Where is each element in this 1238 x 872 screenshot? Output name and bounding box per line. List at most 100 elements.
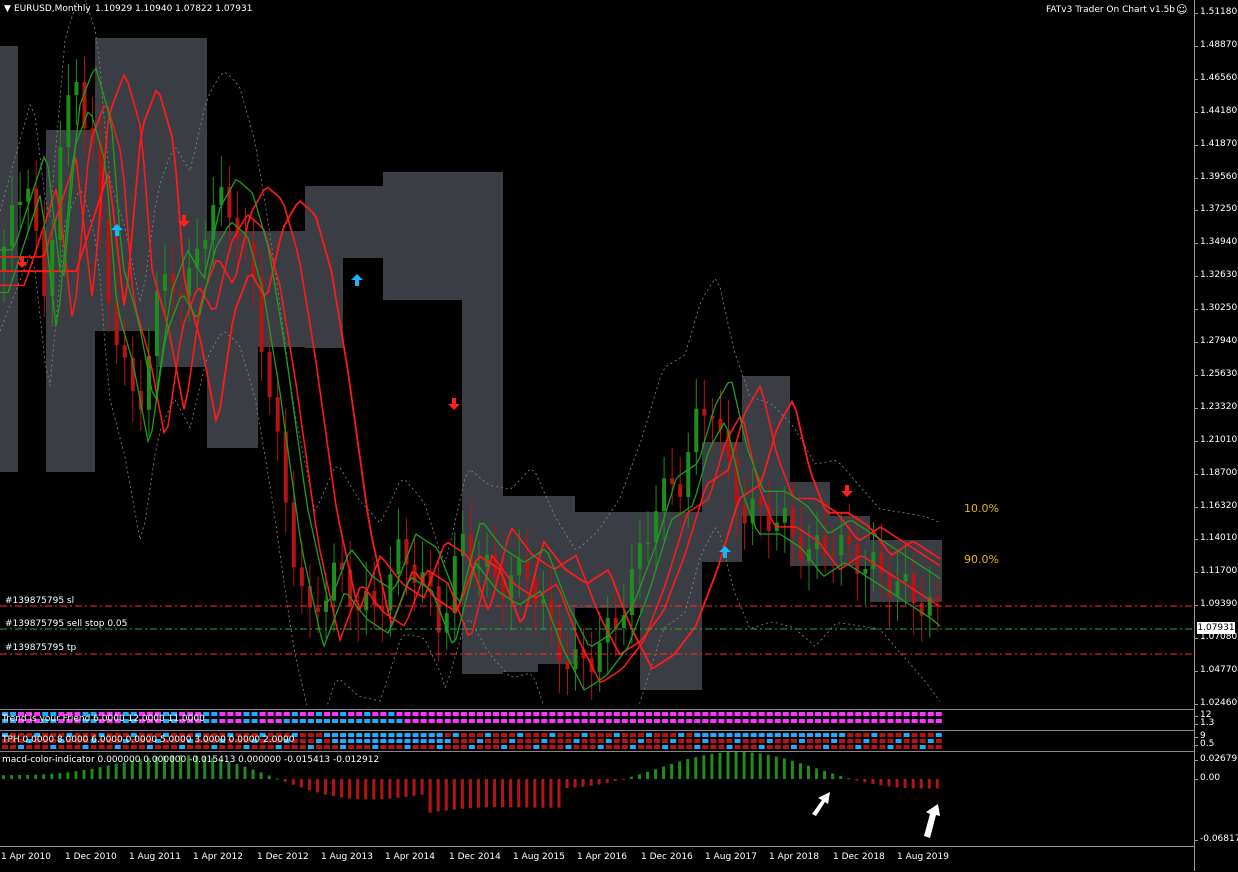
signal-block [798, 733, 805, 737]
macd-bar [501, 779, 505, 808]
signal-block [742, 745, 749, 749]
price-chart-canvas[interactable] [0, 0, 1194, 706]
price-tick: 1.44180 [1193, 105, 1238, 116]
signal-block [525, 733, 532, 737]
signal-block [493, 712, 500, 716]
signal-block [259, 745, 266, 749]
signal-block [895, 739, 902, 743]
signal-block [549, 719, 556, 723]
signal-block [597, 719, 604, 723]
symbol-label: EURUSD,Monthly [14, 4, 91, 14]
macd-bar [444, 779, 448, 811]
time-tick: 1 Apr 2010 [1, 852, 51, 862]
signal-block [790, 733, 797, 737]
signal-block [485, 739, 491, 743]
signal-block [533, 712, 540, 716]
signal-block [549, 745, 556, 749]
price-axis[interactable]: 1.51180 1.48870 1.46560 1.44180 1.41870 1.395… [1193, 0, 1238, 871]
macd-bar [259, 772, 263, 779]
macd-bar [235, 764, 239, 779]
signal-block [243, 712, 250, 716]
signal-block [10, 745, 17, 749]
signal-block [702, 733, 709, 737]
price-chart-pane[interactable]: ▼ EURUSD,Monthly 1.10929 1.10940 1.07822… [0, 0, 1194, 706]
signal-block [742, 739, 749, 743]
signal-block [613, 745, 620, 749]
order-sl-label[interactable]: #139875795 sl [5, 596, 74, 606]
signal-block [348, 733, 355, 737]
trend-indicator-pane[interactable]: Trend is your Friend 6.0000 12.0000 11.0… [0, 709, 1194, 730]
signal-block [919, 739, 926, 743]
signal-block [686, 733, 693, 737]
signal-block [380, 745, 387, 749]
candle-body [307, 586, 312, 608]
macd-bar [927, 779, 931, 789]
candle-body [396, 539, 401, 575]
signal-block [589, 733, 596, 737]
signal-block [702, 739, 709, 743]
signal-block [597, 733, 604, 737]
tph-indicator-pane[interactable]: TPH 0.0000 8.0000 6.0000 0.0000 5.0000 3… [0, 730, 1194, 751]
signal-block [476, 745, 483, 749]
candle-body [758, 498, 763, 506]
macd-bar [460, 779, 464, 809]
signal-block [452, 739, 459, 743]
macd-bar [10, 775, 14, 779]
signal-block [348, 739, 355, 743]
signal-block [758, 745, 765, 749]
signal-block [718, 745, 725, 749]
candle-body [66, 95, 71, 148]
signal-block [533, 733, 540, 737]
signal-block [219, 719, 226, 723]
signal-block [468, 739, 475, 743]
signal-block [388, 745, 395, 749]
macd-bar [98, 767, 102, 779]
signal-block [702, 719, 709, 723]
time-axis[interactable]: 1 Apr 2010 1 Dec 2010 1 Aug 2011 1 Apr 2012… [0, 846, 1194, 872]
price-tick: 1.02460 [1193, 697, 1238, 708]
macd-indicator-pane[interactable]: macd-color-indicator 0.000000 0.000000 -… [0, 751, 1194, 847]
macd-bar [356, 779, 360, 800]
macd-bar [750, 752, 754, 779]
time-tick: 1 Apr 2018 [769, 852, 819, 862]
signal-block [887, 712, 894, 716]
signal-block [573, 712, 580, 716]
signal-block [871, 712, 878, 716]
signal-block [718, 733, 725, 737]
signal-block [340, 719, 347, 723]
signal-block [629, 739, 636, 743]
signal-block [372, 745, 379, 749]
signal-block [291, 745, 298, 749]
macd-bar [807, 765, 810, 779]
signal-block [686, 739, 693, 743]
signal-block [211, 719, 218, 723]
signal-block [758, 719, 765, 723]
signal-block [863, 719, 870, 723]
signal-block [203, 745, 210, 749]
candle-body [742, 504, 747, 524]
signal-block [766, 712, 773, 716]
signal-block [895, 733, 902, 737]
order-entry-label[interactable]: #139875795 sell stop 0.05 [5, 619, 127, 629]
signal-block [637, 739, 644, 743]
symbol-dropdown-icon[interactable]: ▼ [4, 4, 11, 14]
signal-block [903, 739, 910, 743]
signal-block [831, 739, 838, 743]
signal-block [259, 719, 266, 723]
signal-block [790, 739, 797, 743]
signal-block [726, 745, 733, 749]
signal-block [372, 719, 379, 723]
signal-block [356, 745, 363, 749]
macd-bar [581, 779, 585, 787]
signal-block [356, 739, 363, 743]
macd-bar [90, 768, 94, 779]
signal-block [388, 733, 395, 737]
signal-block [380, 719, 387, 723]
macd-bar [74, 771, 78, 779]
signal-block [412, 739, 419, 743]
candle-body [388, 574, 393, 611]
signal-block [678, 719, 685, 723]
order-tp-label[interactable]: #139875795 tp [5, 643, 76, 653]
candle-body [565, 661, 570, 670]
signal-block [509, 745, 516, 749]
